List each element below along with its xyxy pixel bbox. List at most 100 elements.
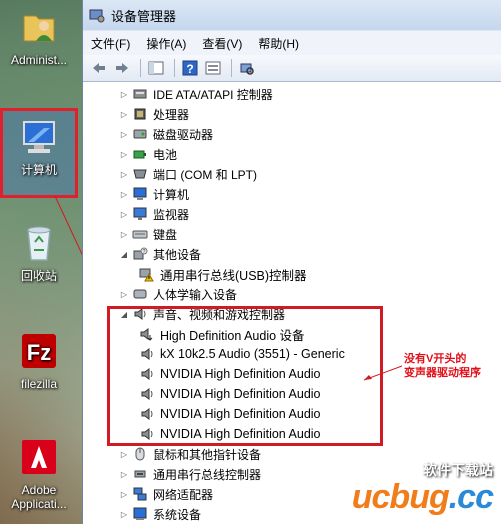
watermark: 软件下载站 ucbug.cc: [351, 460, 494, 516]
desktop-icon-label: filezilla: [20, 377, 57, 391]
tree-item-label: 磁盘驱动器: [153, 127, 214, 142]
desktop-icon-filezilla[interactable]: Fz filezilla: [0, 330, 78, 391]
expand-arrow-icon[interactable]: ▷: [119, 170, 129, 179]
tree-item-category[interactable]: ▷ 处理器: [119, 104, 189, 124]
network-icon: [133, 487, 147, 501]
tree-item-label: 端口 (COM 和 LPT): [153, 167, 257, 182]
tree-item-label: IDE ATA/ATAPI 控制器: [153, 87, 273, 102]
tree-item-label: 系统设备: [153, 507, 202, 522]
expand-arrow-icon[interactable]: ▷: [119, 290, 129, 299]
ide-controller-icon: [133, 89, 147, 99]
tree-item-category[interactable]: ▷ 通用串行总线控制器: [119, 464, 261, 484]
forward-arrow-icon: [116, 63, 128, 73]
annotation-line-2: 变声器驱动程序: [404, 367, 481, 379]
disk-drive-icon: [133, 129, 147, 139]
watermark-top: 软件下载站: [423, 462, 493, 478]
tree-item-category[interactable]: ▷ 鼠标和其他指针设备: [119, 444, 261, 464]
tree-item-label: 通用串行总线(USB)控制器: [160, 268, 307, 283]
tree-item-label: 监视器: [153, 207, 190, 222]
toolbar-separator: [231, 59, 232, 77]
help-icon: ?: [182, 60, 198, 76]
tree-item-category[interactable]: ▷ 人体学输入设备: [119, 284, 237, 304]
back-arrow-icon: [93, 63, 105, 73]
filezilla-icon: Fz: [22, 334, 56, 368]
battery-icon: [133, 150, 146, 159]
forward-button[interactable]: [112, 58, 132, 78]
device-tree[interactable]: ▷ IDE ATA/ATAPI 控制器 ▷ 处理器 ▷ 磁盘驱动器 ▷ 电池 ▷ 端口 (COM …: [83, 82, 501, 524]
menu-bar: 文件(F) 操作(A) 查看(V) 帮助(H): [83, 30, 501, 55]
svg-text:?: ?: [186, 62, 193, 76]
menu-view[interactable]: 查看(V): [202, 35, 242, 52]
properties-button[interactable]: [203, 58, 223, 78]
tree-item-category[interactable]: ▷ 键盘: [119, 224, 177, 244]
expand-arrow-icon[interactable]: ▷: [119, 470, 129, 479]
usb-icon: [134, 470, 146, 478]
expand-arrow-icon[interactable]: ▷: [119, 230, 129, 239]
device-manager-window[interactable]: 设备管理器 文件(F) 操作(A) 查看(V) 帮助(H) ? ▷ IDE ATA…: [82, 0, 501, 524]
annotation-text: 没有V开头的 变声器驱动程序: [404, 352, 481, 380]
expand-arrow-icon[interactable]: ▷: [119, 150, 129, 159]
scan-hardware-icon: [240, 63, 254, 75]
tree-item-category[interactable]: ▷ 计算机: [119, 184, 189, 204]
desktop-icon-label: Adobe Applicati...: [11, 483, 67, 511]
expand-arrow-icon[interactable]: ▷: [119, 110, 129, 119]
svg-text:?: ?: [143, 249, 146, 255]
tree-item-label: 鼠标和其他指针设备: [153, 447, 262, 462]
tree-item-label: 处理器: [153, 107, 190, 122]
window-title: 设备管理器: [111, 8, 177, 24]
expand-arrow-icon[interactable]: ▷: [119, 90, 129, 99]
device-manager-icon: [89, 9, 105, 23]
collapse-arrow-icon[interactable]: ◢: [119, 250, 129, 259]
desktop-icon-adobe[interactable]: Adobe Applicati...: [0, 436, 78, 511]
expand-arrow-icon[interactable]: ▷: [119, 490, 129, 499]
tree-item-category[interactable]: ▷ 系统设备: [119, 504, 201, 524]
adobe-icon: [22, 440, 56, 474]
tree-item-device[interactable]: 通用串行总线(USB)控制器: [139, 264, 307, 284]
expand-arrow-icon[interactable]: ▷: [119, 210, 129, 219]
port-icon: [133, 169, 147, 179]
expand-arrow-icon[interactable]: ▷: [119, 450, 129, 459]
tree-item-label: 计算机: [153, 187, 190, 202]
tree-item-label: 网络适配器: [153, 487, 214, 502]
watermark-suffix: .cc: [448, 478, 494, 516]
tree-item-category[interactable]: ▷ 端口 (COM 和 LPT): [119, 164, 257, 184]
tree-item-label: 通用串行总线控制器: [153, 467, 262, 482]
scan-hardware-button[interactable]: [237, 58, 257, 78]
annotation-arrow-right: [363, 365, 403, 381]
tree-item-category[interactable]: ▷ 网络适配器: [119, 484, 213, 504]
monitor-icon: [133, 207, 147, 220]
expand-arrow-icon[interactable]: ▷: [119, 510, 129, 519]
tree-item-label: 其他设备: [153, 247, 202, 262]
tree-item-category[interactable]: ▷ IDE ATA/ATAPI 控制器: [119, 84, 273, 104]
tree-item-category[interactable]: ▷ 电池: [119, 144, 177, 164]
show-hide-tree-button[interactable]: [146, 58, 166, 78]
tree-item-label: 键盘: [153, 227, 178, 242]
console-tree-icon: [148, 61, 164, 75]
expand-arrow-icon[interactable]: ▷: [119, 130, 129, 139]
watermark-logo: ucbug.cc: [351, 478, 494, 516]
menu-file[interactable]: 文件(F): [91, 35, 130, 52]
title-bar[interactable]: 设备管理器: [83, 0, 501, 30]
toolbar: ?: [83, 55, 501, 82]
menu-action[interactable]: 操作(A): [146, 35, 186, 52]
tree-item-category[interactable]: ◢? 其他设备: [119, 244, 201, 264]
watermark-main: ucbug: [351, 478, 450, 516]
properties-icon: [205, 61, 221, 75]
mouse-icon: [135, 447, 145, 461]
tree-item-label: 电池: [153, 147, 178, 162]
computer-icon: [133, 187, 147, 200]
svg-text:Fz: Fz: [27, 340, 51, 365]
processor-icon: [134, 108, 146, 120]
help-button[interactable]: ?: [180, 58, 200, 78]
expand-arrow-icon[interactable]: ▷: [119, 190, 129, 199]
system-icon: [133, 507, 147, 520]
back-button[interactable]: [89, 58, 109, 78]
tree-item-category[interactable]: ▷ 磁盘驱动器: [119, 124, 213, 144]
toolbar-separator: [174, 59, 175, 77]
menu-help[interactable]: 帮助(H): [258, 35, 299, 52]
tree-item-category[interactable]: ▷ 监视器: [119, 204, 189, 224]
tree-item-label: 人体学输入设备: [153, 287, 238, 302]
warning-device-icon: [139, 268, 154, 282]
toolbar-separator: [140, 59, 141, 77]
other-devices-icon: ?: [133, 247, 148, 260]
